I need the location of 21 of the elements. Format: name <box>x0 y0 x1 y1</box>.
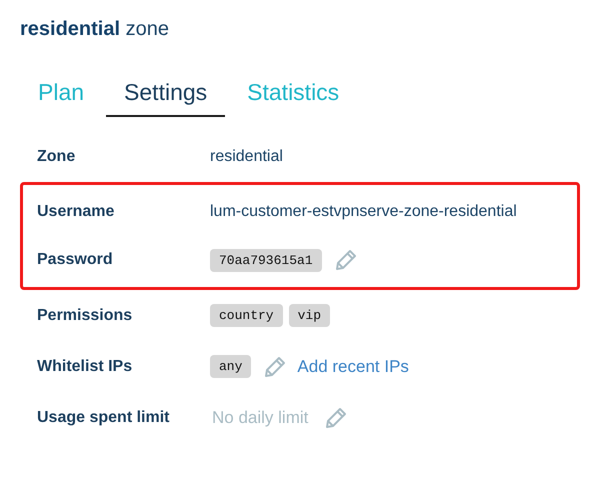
field-label: Zone <box>37 148 76 166</box>
field-value: No daily limit <box>212 408 308 428</box>
add-ips-link[interactable]: Add recent IPs <box>297 356 409 376</box>
field-label: Password <box>37 251 114 269</box>
value-tag: vip <box>288 304 330 327</box>
pencil-icon[interactable] <box>263 354 288 378</box>
field-label: Permissions <box>37 306 134 324</box>
value-tag: 70aa793615a1 <box>210 248 322 272</box>
field-value: lum-customer-estvpnserve-zone-residential <box>210 203 517 221</box>
field-label: Whitelist IPs <box>37 358 134 376</box>
field-label: Usage spent limit <box>37 408 170 426</box>
tab[interactable]: Plan <box>20 75 102 117</box>
pencil-icon[interactable] <box>324 406 348 430</box>
field-label: Username <box>37 203 116 221</box>
tab[interactable]: Statistics <box>229 75 358 117</box>
field-value: residential <box>210 148 283 166</box>
value-tag: any <box>210 355 252 378</box>
pencil-icon[interactable] <box>334 248 358 272</box>
value-tag: country <box>210 304 283 327</box>
zone-title: residential zone <box>20 18 170 42</box>
tab[interactable]: Settings <box>106 75 226 117</box>
